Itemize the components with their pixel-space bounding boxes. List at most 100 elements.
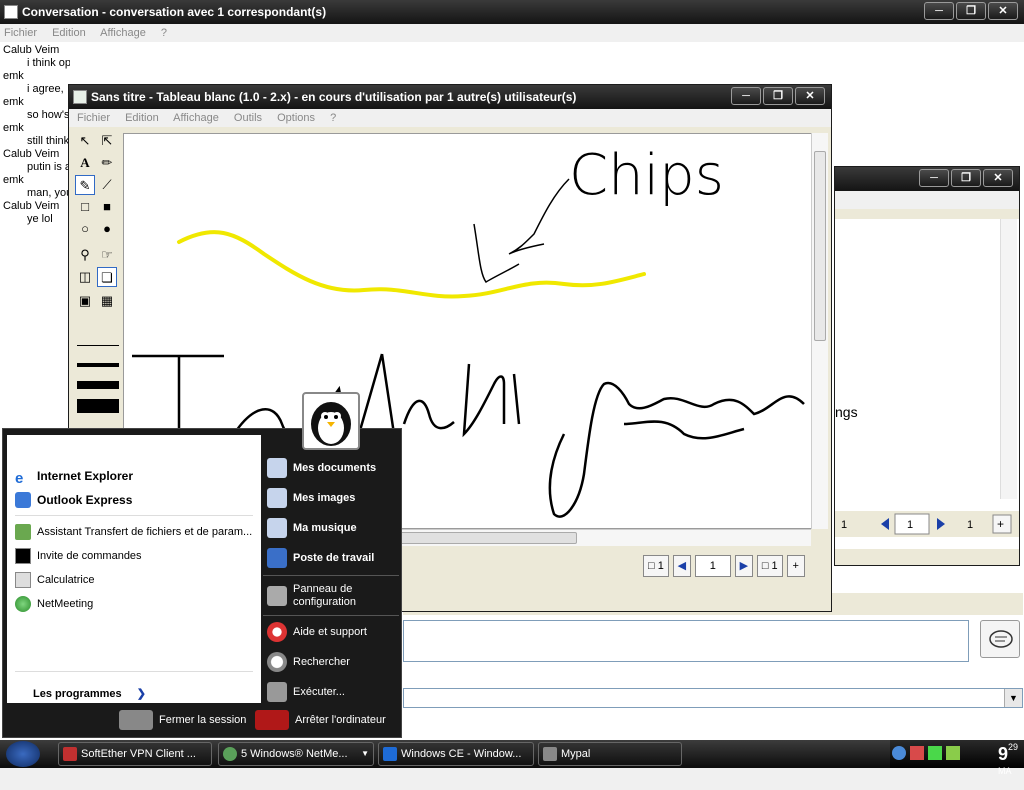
page-number: 1 [907,519,913,531]
remote-pointer-icon[interactable]: ▣ [75,291,95,311]
menu-fichier[interactable]: Fichier [77,112,110,124]
rectangle-icon[interactable]: □ [75,197,95,217]
search[interactable]: Rechercher [267,649,350,675]
line-tool-icon[interactable]: ⟋ [97,175,117,195]
all-programs-button[interactable]: Les programmes ❯ [33,687,146,700]
run[interactable]: Exécuter... [267,679,345,705]
close-button[interactable]: ✕ [988,2,1018,20]
eraser-icon[interactable]: ◫ [75,267,95,287]
whiteboard2-titlebar[interactable]: ─ ❐ ✕ [835,167,1019,191]
program-command-prompt[interactable]: Invite de commandes [15,545,142,567]
ellipse-icon[interactable]: ○ [75,219,95,239]
logoff-button[interactable]: Fermer la session [119,710,246,730]
menu-outils[interactable]: Outils [234,112,262,124]
recipient-select[interactable]: ▼ [403,688,1023,708]
start-button[interactable] [6,741,40,767]
vertical-scrollbar[interactable] [811,133,828,529]
maximize-button[interactable]: ❐ [951,169,981,187]
conversation-titlebar[interactable]: Conversation - conversation avec 1 corre… [0,0,1024,24]
maximize-button[interactable]: ❐ [956,2,986,20]
help-icon [267,622,287,642]
network-icon[interactable] [892,746,906,760]
last-page-number: 1 [771,560,778,572]
message-author: emk [3,70,24,82]
lock-contents-icon[interactable]: ❏ [97,267,117,287]
whiteboard-menubar: Fichier Edition Affichage Outils Options… [69,109,831,127]
scrollbar-thumb[interactable] [814,151,826,341]
vertical-scrollbar[interactable] [1000,219,1017,499]
menu-affichage[interactable]: Affichage [173,112,219,124]
whiteboard2-canvas[interactable]: ngs [835,219,1019,549]
music-folder-icon [267,518,287,538]
page-number-field[interactable]: 1 [694,555,731,577]
taskbar-button-softether[interactable]: SoftEther VPN Client ... [58,742,212,766]
highlighter-icon[interactable]: ✏ [97,153,117,173]
chevron-down-icon[interactable]: ▼ [1004,689,1022,707]
minimize-button[interactable]: ─ [731,87,761,105]
send-message-button[interactable] [980,620,1020,658]
place-my-pictures[interactable]: Mes images [267,485,355,511]
maximize-button[interactable]: ❐ [763,87,793,105]
menu-help[interactable]: ? [161,27,167,39]
taskbar-button-windows-ce[interactable]: Windows CE - Window... [378,742,534,766]
filled-rectangle-icon[interactable]: ■ [97,197,117,217]
taskbar-button-netmeeting-group[interactable]: 5 Windows® NetMe... ▼ [218,742,374,766]
place-my-computer[interactable]: Poste de travail [267,545,374,571]
message-text: i think option 1 is the best [27,57,70,69]
whiteboard-window-background: ─ ❐ ✕ ngs 1 1 1 + [834,166,1020,566]
pointer-hand-icon[interactable]: ☞ [97,245,117,265]
netmeeting-icon [15,596,31,612]
whiteboard-titlebar[interactable]: Sans titre - Tableau blanc (1.0 - 2.x) -… [69,85,831,109]
line-width-3[interactable] [77,381,119,389]
menu-affichage[interactable]: Affichage [100,27,146,39]
menu-fichier[interactable]: Fichier [4,27,37,39]
line-width-2[interactable] [77,363,119,367]
insert-page-button[interactable]: + [786,555,805,577]
menu-options[interactable]: Options [277,112,315,124]
menu-help[interactable]: ? [330,112,336,124]
pen-tool-icon[interactable]: ✎ [75,175,95,195]
select-arrow-icon[interactable]: ↖ [75,131,95,151]
program-transfer-wizard[interactable]: Assistant Transfert de fichiers et de pa… [15,521,252,543]
program-outlook-express[interactable]: Outlook Express [15,489,132,511]
battery-icon[interactable] [946,746,960,760]
next-page-button[interactable]: ▶ [734,555,753,577]
message-author: Calub Veim [3,148,60,160]
internet-explorer-icon [383,747,397,761]
page-nav-controls[interactable]: 1 1 1 + [835,511,1019,537]
chevron-right-icon: ❯ [136,688,146,700]
line-width-1[interactable] [77,345,119,346]
last-page-button[interactable]: □ 1 [756,555,783,577]
program-calculator[interactable]: Calculatrice [15,569,94,591]
minimize-button[interactable]: ─ [919,169,949,187]
place-my-documents[interactable]: Mes documents [267,455,376,481]
program-netmeeting[interactable]: NetMeeting [15,593,93,615]
menu-edition[interactable]: Edition [52,27,86,39]
minimize-button[interactable]: ─ [924,2,954,20]
taskbar-button-mypal[interactable]: Mypal [538,742,682,766]
first-page-button[interactable]: □ 1 [643,555,669,577]
place-my-music[interactable]: Ma musique [267,515,357,541]
program-internet-explorer[interactable]: e Internet Explorer [15,465,133,487]
conversation-menubar: Fichier Edition Affichage ? [0,24,1024,42]
clock[interactable]: 929 MA [998,742,1018,790]
tray-app-icon[interactable] [928,746,942,760]
menu-edition[interactable]: Edition [125,112,159,124]
send-icon [989,630,1013,648]
message-author: Calub Veim [3,200,60,212]
select-area-icon[interactable]: ⇱ [97,131,117,151]
line-width-4[interactable] [77,399,119,413]
select-window-icon[interactable]: ▦ [97,291,117,311]
prev-page-button[interactable]: ◀ [672,555,691,577]
filled-ellipse-icon[interactable]: ● [97,219,117,239]
message-input[interactable] [403,620,969,662]
help-and-support[interactable]: Aide et support [267,619,367,645]
shutdown-button[interactable]: Arrêter l'ordinateur [255,710,386,730]
zoom-icon[interactable]: ⚲ [75,245,95,265]
tray-app-icon[interactable] [910,746,924,760]
control-panel[interactable]: Panneau de configuration [267,579,373,613]
whiteboard2-page-nav: 1 1 1 + [835,511,1019,537]
text-tool-icon[interactable]: A [75,153,95,173]
close-button[interactable]: ✕ [795,87,825,105]
close-button[interactable]: ✕ [983,169,1013,187]
